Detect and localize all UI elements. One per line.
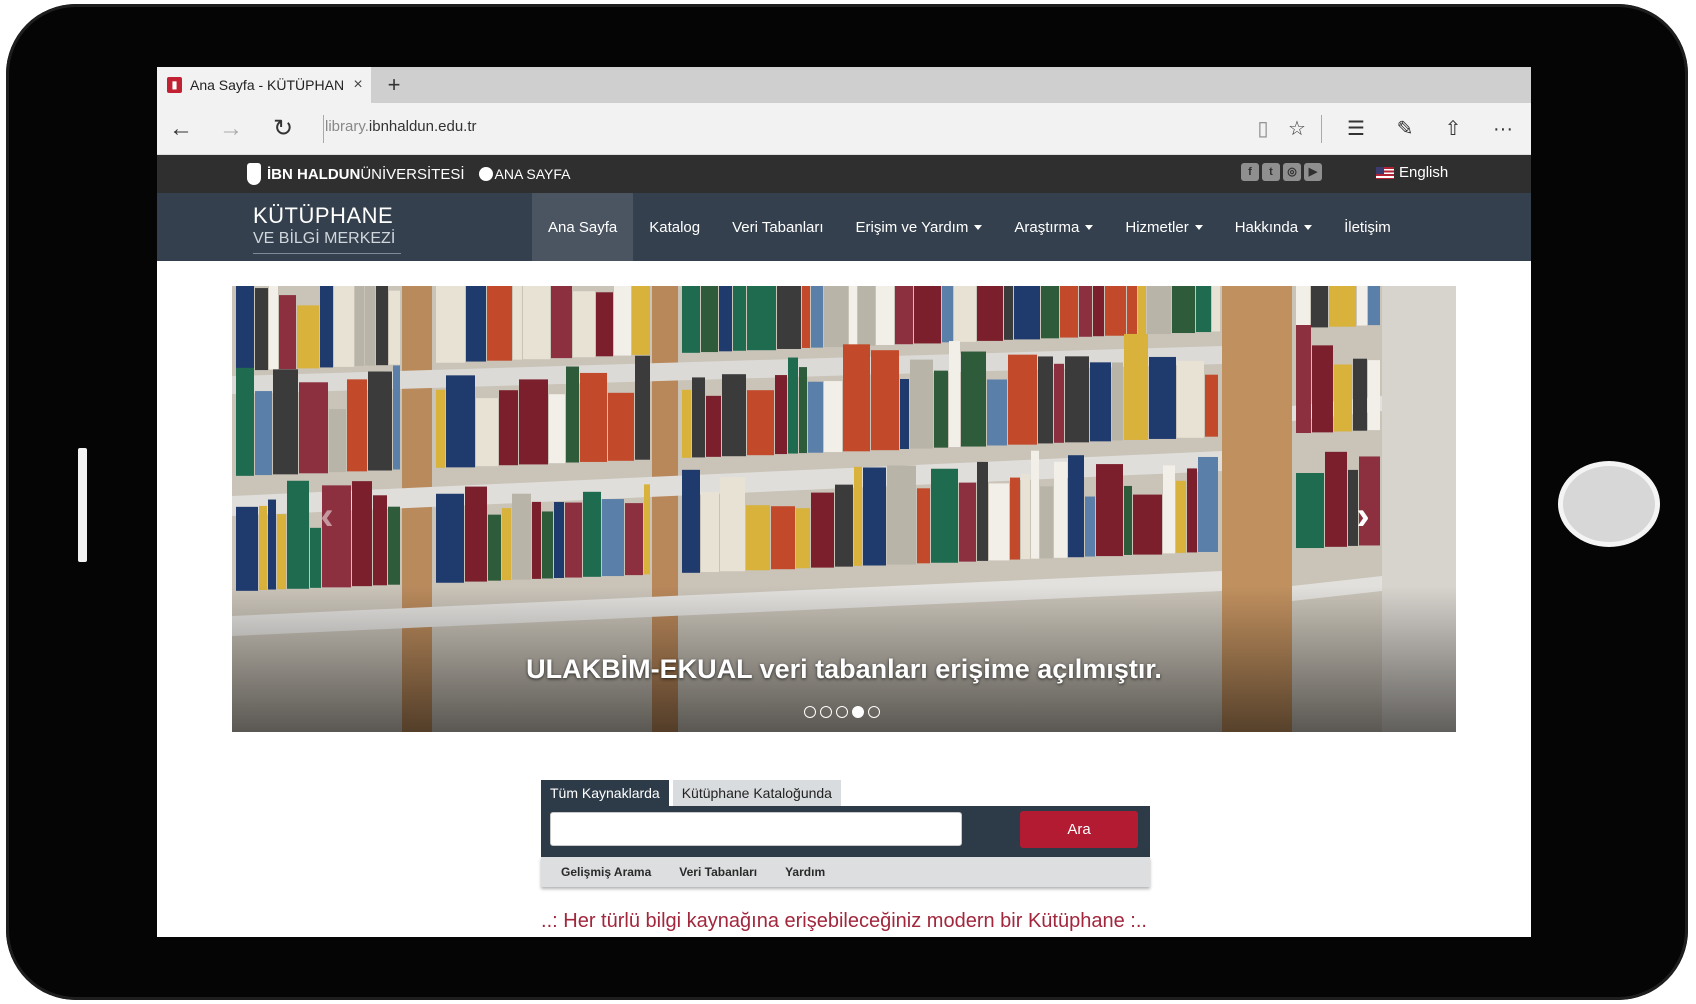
browser-address-bar: ← → ↻ library.ibnhaldun.edu.tr ▯ ☆ ☰ ✎ ⇧…: [157, 103, 1531, 155]
forward-button[interactable]: →: [215, 113, 247, 145]
university-name-bold: İBN HALDUN: [267, 165, 361, 183]
databases-link[interactable]: Veri Tabanları: [679, 865, 757, 879]
nav-item-4[interactable]: Araştırma: [998, 193, 1109, 261]
social-links: f t ◎ ▶: [1241, 163, 1322, 181]
home-icon: [478, 167, 493, 181]
reading-view-icon[interactable]: ▯: [1247, 113, 1279, 145]
slider-next-arrow[interactable]: ›: [1350, 496, 1376, 536]
favicon-icon: ▮: [167, 77, 182, 93]
slide-caption: ULAKBİM-EKUAL veri tabanları erişime açı…: [526, 654, 1162, 684]
favorite-star-icon[interactable]: ☆: [1281, 113, 1313, 145]
more-icon[interactable]: ···: [1487, 113, 1519, 145]
help-link[interactable]: Yardım: [785, 865, 825, 879]
site-top-bar: İBN HALDUN ÜNİVERSİTESİ ANA SAYFA f t ◎ ▶…: [157, 155, 1531, 193]
twitter-icon[interactable]: t: [1262, 163, 1280, 181]
web-note-icon[interactable]: ✎: [1389, 113, 1421, 145]
close-tab-icon[interactable]: ×: [345, 76, 371, 94]
refresh-button[interactable]: ↻: [267, 113, 299, 145]
search-input[interactable]: [550, 812, 962, 846]
nav-item-label: Hizmetler: [1125, 218, 1189, 236]
main-menu: Ana Sayfa Katalog Veri Tabanları Erişim ve …: [532, 193, 1407, 261]
advanced-search-link[interactable]: Gelişmiş Arama: [561, 865, 651, 879]
search-button[interactable]: Ara: [1020, 811, 1138, 848]
tab-library-catalog[interactable]: Kütüphane Kataloğunda: [672, 780, 841, 806]
slider-dots: [804, 706, 880, 718]
nav-item-1[interactable]: Katalog: [633, 193, 716, 261]
nav-item-5[interactable]: Hizmetler: [1109, 193, 1218, 261]
tagline: ..: Her türlü bilgi kaynağına erişebilec…: [541, 910, 1147, 932]
us-flag-icon: [1376, 166, 1394, 179]
library-brand[interactable]: KÜTÜPHANE VE BİLGİ MERKEZİ: [253, 203, 401, 254]
university-name-rest: ÜNİVERSİTESİ: [360, 165, 465, 183]
nav-item-2[interactable]: Veri Tabanları: [716, 193, 839, 261]
nav-item-label: İletişim: [1344, 218, 1391, 236]
youtube-icon[interactable]: ▶: [1304, 163, 1322, 181]
hub-icon[interactable]: ☰: [1340, 113, 1372, 145]
slider-dot[interactable]: [804, 706, 816, 718]
browser-tab-strip: ▮ Ana Sayfa - KÜTÜPHAN × +: [157, 67, 1531, 103]
slider-dot[interactable]: [820, 706, 832, 718]
browser-tab[interactable]: ▮ Ana Sayfa - KÜTÜPHAN ×: [157, 67, 371, 103]
nav-item-label: Hakkında: [1234, 218, 1299, 236]
search-tabs: Tüm Kaynaklarda Kütüphane Kataloğunda: [541, 780, 841, 806]
tablet-side-slot: [78, 448, 87, 562]
brand-line2: VE BİLGİ MERKEZİ: [253, 230, 396, 247]
slider-dot[interactable]: [868, 706, 880, 718]
brand-underline: [253, 253, 401, 254]
instagram-icon[interactable]: ◎: [1283, 163, 1301, 181]
search-links: Gelişmiş Arama Veri Tabanları Yardım: [541, 857, 1150, 887]
caret-down-icon: [974, 224, 983, 230]
nav-item-label: Erişim ve Yardım: [855, 218, 969, 236]
nav-item-label: Araştırma: [1014, 218, 1080, 236]
tab-all-resources[interactable]: Tüm Kaynaklarda: [541, 780, 669, 806]
back-button[interactable]: ←: [165, 113, 197, 145]
nav-item-3[interactable]: Erişim ve Yardım: [840, 193, 999, 261]
stage: ▮ Ana Sayfa - KÜTÜPHAN × + ← → ↻ library…: [0, 0, 1696, 1004]
nav-item-7[interactable]: İletişim: [1328, 193, 1407, 261]
nav-item-0[interactable]: Ana Sayfa: [532, 193, 634, 261]
university-logo-icon: [247, 163, 261, 185]
home-link-label: ANA SAYFA: [494, 166, 571, 182]
nav-item-label: Ana Sayfa: [548, 218, 618, 236]
caret-down-icon: [1304, 224, 1313, 230]
caret-down-icon: [1194, 224, 1203, 230]
caret-down-icon: [1085, 224, 1094, 230]
language-switch[interactable]: English: [1376, 164, 1448, 181]
nav-item-6[interactable]: Hakkında: [1219, 193, 1328, 261]
url-subdomain: library.: [325, 118, 369, 135]
tablet-screen: ▮ Ana Sayfa - KÜTÜPHAN × + ← → ↻ library…: [157, 67, 1531, 937]
home-link[interactable]: ANA SAYFA: [478, 166, 571, 182]
main-navigation: KÜTÜPHANE VE BİLGİ MERKEZİ Ana Sayfa Kata…: [157, 193, 1531, 261]
nav-item-label: Veri Tabanları: [732, 218, 824, 236]
brand-line1: KÜTÜPHANE: [253, 203, 394, 228]
facebook-icon[interactable]: f: [1241, 163, 1259, 181]
university-link[interactable]: İBN HALDUN ÜNİVERSİTESİ ANA SAYFA: [247, 163, 571, 185]
share-icon[interactable]: ⇧: [1437, 113, 1469, 145]
slider-dot[interactable]: [836, 706, 848, 718]
tablet-home-button[interactable]: [1563, 466, 1655, 542]
language-label: English: [1399, 164, 1449, 181]
search-box: Ara: [541, 806, 1150, 857]
nav-item-label: Katalog: [649, 218, 701, 236]
url-field[interactable]: library.ibnhaldun.edu.tr: [325, 118, 477, 135]
new-tab-button[interactable]: +: [379, 69, 409, 101]
url-domain: ibnhaldun.edu.tr: [368, 118, 477, 135]
slider-dot[interactable]: [852, 706, 864, 718]
hero-slider: ‹ › ULAKBİM-EKUAL veri tabanları erişime…: [232, 286, 1456, 732]
slider-prev-arrow[interactable]: ‹: [314, 496, 340, 536]
browser-tab-title: Ana Sayfa - KÜTÜPHAN: [190, 77, 345, 93]
